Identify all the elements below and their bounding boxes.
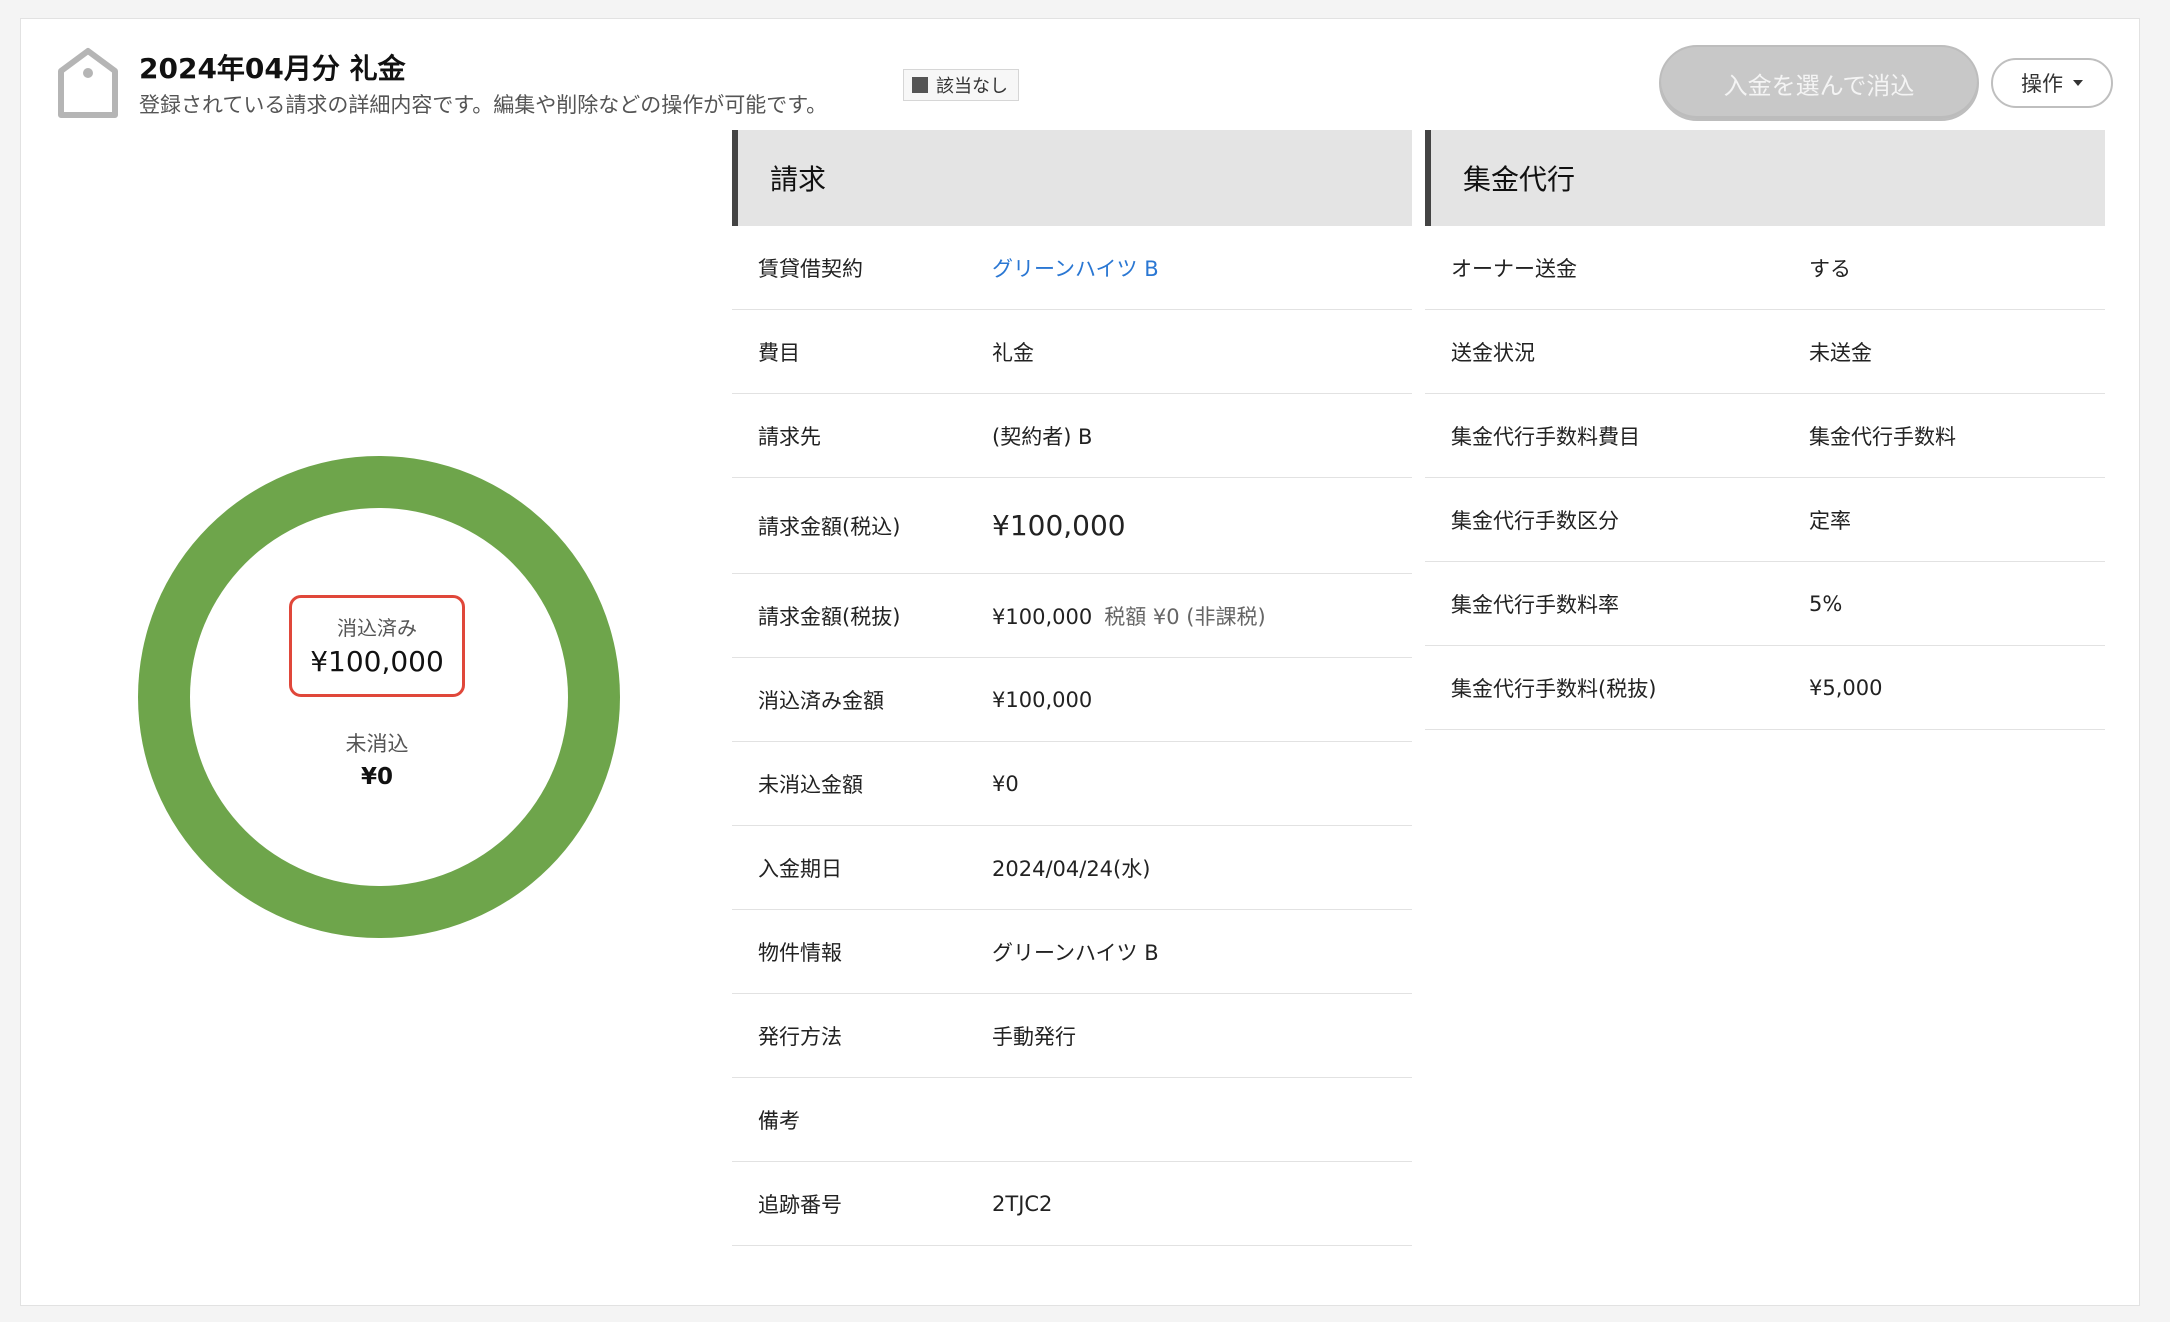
- row-value: グリーンハイツ B: [992, 940, 1159, 965]
- page-subtitle: 登録されている請求の詳細内容です。編集や削除などの操作が可能です。: [139, 93, 828, 117]
- row-value: 2024/04/24(水): [992, 856, 1151, 881]
- billing-row-item: 費目 礼金: [732, 310, 1412, 394]
- row-value: 定率: [1809, 508, 1851, 533]
- operations-label: 操作: [2021, 72, 2063, 96]
- tax-note: 税額 ¥0 (非課税): [1104, 604, 1266, 629]
- row-label: 消込済み金額: [758, 688, 884, 713]
- row-label: 追跡番号: [758, 1192, 842, 1217]
- row-label: 入金期日: [758, 856, 842, 881]
- billing-row-contract: 賃貸借契約 グリーンハイツ B: [732, 226, 1412, 310]
- row-label: 集金代行手数料(税抜): [1451, 676, 1657, 701]
- row-label: 費目: [758, 340, 800, 365]
- row-value: ¥0: [992, 771, 1019, 796]
- reconciliation-donut: [138, 456, 620, 938]
- collection-panel-header: 集金代行: [1425, 130, 2105, 226]
- unreconciled-amount: ¥0: [360, 764, 393, 790]
- row-label: 発行方法: [758, 1024, 842, 1049]
- row-value: 5%: [1809, 591, 1843, 616]
- row-label: 物件情報: [758, 940, 842, 965]
- row-value: 未送金: [1809, 340, 1872, 365]
- operations-dropdown-button[interactable]: 操作: [1991, 58, 2113, 108]
- reconciled-amount: ¥100,000: [310, 645, 444, 678]
- row-value: ¥100,000 税額 ¥0 (非課税): [992, 601, 1266, 631]
- price-tag-icon: [58, 48, 118, 118]
- collection-panel: 集金代行 オーナー送金 する 送金状況 未送金 集金代行手数料費目 集金代行手数…: [1425, 130, 2105, 730]
- row-value: ¥100,000: [992, 687, 1093, 712]
- amount-excl-tax: ¥100,000: [992, 604, 1093, 629]
- billing-panel: 請求 賃貸借契約 グリーンハイツ B 費目 礼金 請求先 (契約者) B 請求金…: [732, 130, 1412, 1246]
- page-title: 2024年04月分 礼金: [139, 52, 406, 85]
- billing-row-reconciled-amount: 消込済み金額 ¥100,000: [732, 658, 1412, 742]
- collection-row-fee-item: 集金代行手数料費目 集金代行手数料: [1425, 394, 2105, 478]
- collection-row-owner-remit: オーナー送金 する: [1425, 226, 2105, 310]
- collection-row-remit-status: 送金状況 未送金: [1425, 310, 2105, 394]
- unreconciled-label: 未消込: [345, 732, 409, 756]
- status-badge: 該当なし: [903, 69, 1019, 101]
- billing-row-amount-incl-tax: 請求金額(税込) ¥100,000: [732, 478, 1412, 574]
- billing-row-tracking-number: 追跡番号 2TJC2: [732, 1162, 1412, 1246]
- reconciled-summary: 消込済み ¥100,000: [289, 595, 465, 697]
- billing-row-amount-excl-tax: 請求金額(税抜) ¥100,000 税額 ¥0 (非課税): [732, 574, 1412, 658]
- row-label: 集金代行手数料率: [1451, 592, 1619, 617]
- collection-row-fee-amount: 集金代行手数料(税抜) ¥5,000: [1425, 646, 2105, 730]
- row-value: 手動発行: [992, 1024, 1076, 1049]
- row-label: オーナー送金: [1451, 256, 1577, 281]
- square-icon: [912, 77, 928, 93]
- row-value: 集金代行手数料: [1809, 424, 1956, 449]
- billing-row-due-date: 入金期日 2024/04/24(水): [732, 826, 1412, 910]
- reconciled-label: 消込済み: [337, 616, 417, 640]
- row-label: 未消込金額: [758, 772, 863, 797]
- row-label: 請求金額(税込): [758, 514, 901, 539]
- select-payment-reconcile-button[interactable]: 入金を選んで消込: [1659, 45, 1979, 121]
- row-label: 請求先: [758, 424, 821, 449]
- row-value: ¥5,000: [1809, 675, 1883, 700]
- status-badge-label: 該当なし: [936, 76, 1008, 97]
- collection-row-fee-type: 集金代行手数区分 定率: [1425, 478, 2105, 562]
- contract-link[interactable]: グリーンハイツ B: [992, 253, 1159, 283]
- billing-panel-header: 請求: [732, 130, 1412, 226]
- donut-center: [190, 508, 568, 886]
- row-label: 備考: [758, 1108, 800, 1133]
- row-value: する: [1809, 256, 1851, 281]
- row-label: 請求金額(税抜): [758, 604, 901, 629]
- billing-row-unreconciled-amount: 未消込金額 ¥0: [732, 742, 1412, 826]
- caret-down-icon: [2073, 80, 2083, 86]
- billing-row-billed-to: 請求先 (契約者) B: [732, 394, 1412, 478]
- row-value: ¥100,000: [992, 509, 1126, 542]
- row-label: 集金代行手数区分: [1451, 508, 1619, 533]
- row-value: 2TJC2: [992, 1191, 1053, 1216]
- collection-row-fee-rate: 集金代行手数料率 5%: [1425, 562, 2105, 646]
- billing-row-issue-method: 発行方法 手動発行: [732, 994, 1412, 1078]
- row-value: 礼金: [992, 340, 1034, 365]
- row-label: 賃貸借契約: [758, 256, 863, 281]
- row-value: (契約者) B: [992, 424, 1093, 449]
- billing-row-notes: 備考: [732, 1078, 1412, 1162]
- billing-row-property: 物件情報 グリーンハイツ B: [732, 910, 1412, 994]
- row-label: 送金状況: [1451, 340, 1535, 365]
- row-label: 集金代行手数料費目: [1451, 424, 1640, 449]
